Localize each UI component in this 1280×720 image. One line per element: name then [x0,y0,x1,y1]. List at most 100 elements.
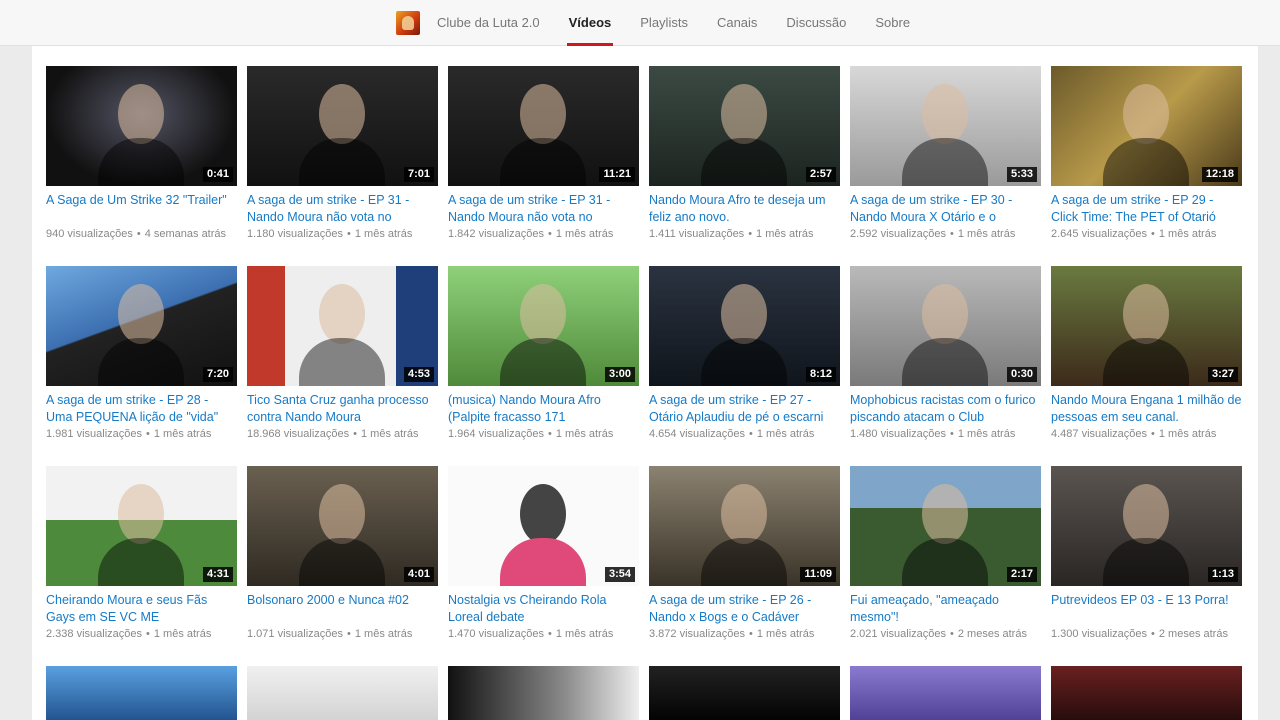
upload-age: 1 mês atrás [957,428,1016,440]
video-meta: 2.592 visualizações • 1 mês atrás [850,228,1041,240]
view-count: 4.654 visualizações [649,428,746,440]
video-meta: 940 visualizações • 4 semanas atrás [46,228,237,240]
video-thumbnail[interactable]: 11:09 [649,466,840,586]
video-card[interactable]: 1:13 Putrevideos EP 03 - E 13 Porra! 1.300… [1051,466,1242,654]
view-count: 2.021 visualizações [850,628,947,640]
video-thumbnail[interactable] [850,666,1041,720]
video-thumbnail[interactable] [1051,666,1242,720]
meta-separator: • [950,628,954,640]
video-card[interactable]: 3:00 (musica) Nando Moura Afro (Palpite f… [448,266,639,454]
channel-avatar-icon[interactable] [396,11,420,35]
upload-age: 1 mês atrás [555,428,614,440]
meta-separator: • [1151,428,1155,440]
video-thumbnail[interactable] [448,666,639,720]
video-thumbnail[interactable]: 2:57 [649,66,840,186]
video-card[interactable]: 0:41 A Saga de Um Strike 32 "Trailer" 940 … [46,66,237,254]
video-title-link[interactable]: (musica) Nando Moura Afro (Palpite fraca… [448,392,639,426]
video-thumbnail[interactable]: 4:31 [46,466,237,586]
video-thumbnail[interactable]: 3:00 [448,266,639,386]
video-thumbnail[interactable] [649,666,840,720]
video-card[interactable]: 11:09 A saga de um strike - EP 26 - Nando… [649,466,840,654]
video-thumbnail[interactable] [247,666,438,720]
video-thumbnail[interactable]: 0:30 [850,266,1041,386]
video-thumbnail[interactable]: 0:41 [46,66,237,186]
meta-separator: • [748,228,753,240]
video-thumbnail[interactable]: 7:20 [46,266,237,386]
channel-name-link[interactable]: Clube da Luta 2.0 [437,0,540,46]
tab-about[interactable]: Sobre [875,0,910,46]
video-title-link[interactable]: Nostalgia vs Cheirando Rola Loreal debat… [448,592,639,626]
tab-playlists[interactable]: Playlists [640,0,688,46]
video-card[interactable]: 4:53 Tico Santa Cruz ganha processo contr… [247,266,438,454]
video-meta: 18.968 visualizações • 1 mês atrás [247,428,438,440]
figure-body-shape [1103,338,1189,386]
video-card[interactable]: 7:01 A saga de um strike - EP 31 - Nando … [247,66,438,254]
video-thumbnail[interactable]: 5:33 [850,66,1041,186]
video-thumbnail[interactable]: 2:17 [850,466,1041,586]
video-card[interactable] [448,666,639,720]
video-duration: 11:21 [599,167,635,182]
video-title-link[interactable]: A saga de um strike - EP 29 - Click Time… [1051,192,1242,226]
video-title-link[interactable]: A saga de um strike - EP 28 - Uma PEQUEN… [46,392,237,426]
figure-body-shape [98,338,184,386]
video-card[interactable]: 2:17 Fui ameaçado, "ameaçado mesmo"! 2.021… [850,466,1041,654]
tab-channels[interactable]: Canais [717,0,757,46]
video-title-link[interactable]: A saga de um strike - EP 31 - Nando Mour… [247,192,438,226]
video-title-link[interactable]: Cheirando Moura e seus Fãs Gays em SE VC… [46,592,237,626]
video-card[interactable]: 2:57 Nando Moura Afro te deseja um feliz … [649,66,840,254]
video-card[interactable]: 12:18 A saga de um strike - EP 29 - Click… [1051,66,1242,254]
video-meta: 1.964 visualizações • 1 mês atrás [448,428,639,440]
video-title-link[interactable]: Nando Moura Afro te deseja um feliz ano … [649,192,840,226]
video-title-link[interactable]: Bolsonaro 2000 e Nunca #02 [247,592,438,626]
upload-age: 1 mês atrás [360,428,419,440]
video-thumbnail[interactable]: 7:01 [247,66,438,186]
video-thumbnail[interactable]: 4:01 [247,466,438,586]
video-title-link[interactable]: Nando Moura Engana 1 milhão de pessoas e… [1051,392,1242,426]
video-thumbnail[interactable]: 11:21 [448,66,639,186]
tab-videos[interactable]: Vídeos [566,0,613,46]
upload-age: 1 mês atrás [555,628,614,640]
figure-body-shape [500,338,586,386]
video-card[interactable] [247,666,438,720]
video-title-link[interactable]: Mophobicus racistas com o furico piscand… [850,392,1041,426]
video-thumbnail[interactable]: 1:13 [1051,466,1242,586]
video-card[interactable]: 4:31 Cheirando Moura e seus Fãs Gays em S… [46,466,237,654]
video-card[interactable]: 8:12 A saga de um strike - EP 27 - Otário… [649,266,840,454]
video-card[interactable]: 5:33 A saga de um strike - EP 30 - Nando … [850,66,1041,254]
video-title-link[interactable]: Putrevideos EP 03 - E 13 Porra! [1051,592,1242,626]
video-card[interactable]: 0:30 Mophobicus racistas com o furico pis… [850,266,1041,454]
video-title-link[interactable]: Fui ameaçado, "ameaçado mesmo"! [850,592,1041,626]
video-card[interactable]: 3:54 Nostalgia vs Cheirando Rola Loreal d… [448,466,639,654]
video-duration: 3:54 [604,567,635,582]
figure-shape [118,484,164,544]
video-title-link[interactable]: A saga de um strike - EP 31 - Nando Mour… [448,192,639,226]
view-count: 1.964 visualizações [448,428,545,440]
view-count: 1.300 visualizações [1051,628,1148,640]
video-card[interactable]: 11:21 A saga de um strike - EP 31 - Nando… [448,66,639,254]
figure-shape [721,84,767,144]
video-title-link[interactable]: A saga de um strike - EP 30 - Nando Mour… [850,192,1041,226]
video-card[interactable] [649,666,840,720]
video-card[interactable]: 4:01 Bolsonaro 2000 e Nunca #02 1.071 visu… [247,466,438,654]
video-duration: 3:00 [604,367,635,382]
video-card[interactable] [1051,666,1242,720]
video-thumbnail[interactable]: 3:27 [1051,266,1242,386]
video-thumbnail[interactable]: 8:12 [649,266,840,386]
video-card[interactable]: 7:20 A saga de um strike - EP 28 - Uma PE… [46,266,237,454]
video-title-link[interactable]: Tico Santa Cruz ganha processo contra Na… [247,392,438,426]
video-thumbnail[interactable]: 12:18 [1051,66,1242,186]
figure-shape [1123,484,1169,544]
video-title-link[interactable]: A saga de um strike - EP 27 - Otário Apl… [649,392,840,426]
video-thumbnail[interactable]: 4:53 [247,266,438,386]
video-title-link[interactable]: A Saga de Um Strike 32 "Trailer" [46,192,237,226]
video-thumbnail[interactable] [46,666,237,720]
video-card[interactable] [850,666,1041,720]
blue-thumbnail [46,666,237,720]
tab-discussion[interactable]: Discussão [786,0,846,46]
video-card[interactable] [46,666,237,720]
video-title-link[interactable]: A saga de um strike - EP 26 - Nando x Bo… [649,592,840,626]
video-duration: 2:57 [805,167,836,182]
video-thumbnail[interactable]: 3:54 [448,466,639,586]
upload-age: 1 mês atrás [153,628,212,640]
video-card[interactable]: 3:27 Nando Moura Engana 1 milhão de pesso… [1051,266,1242,454]
